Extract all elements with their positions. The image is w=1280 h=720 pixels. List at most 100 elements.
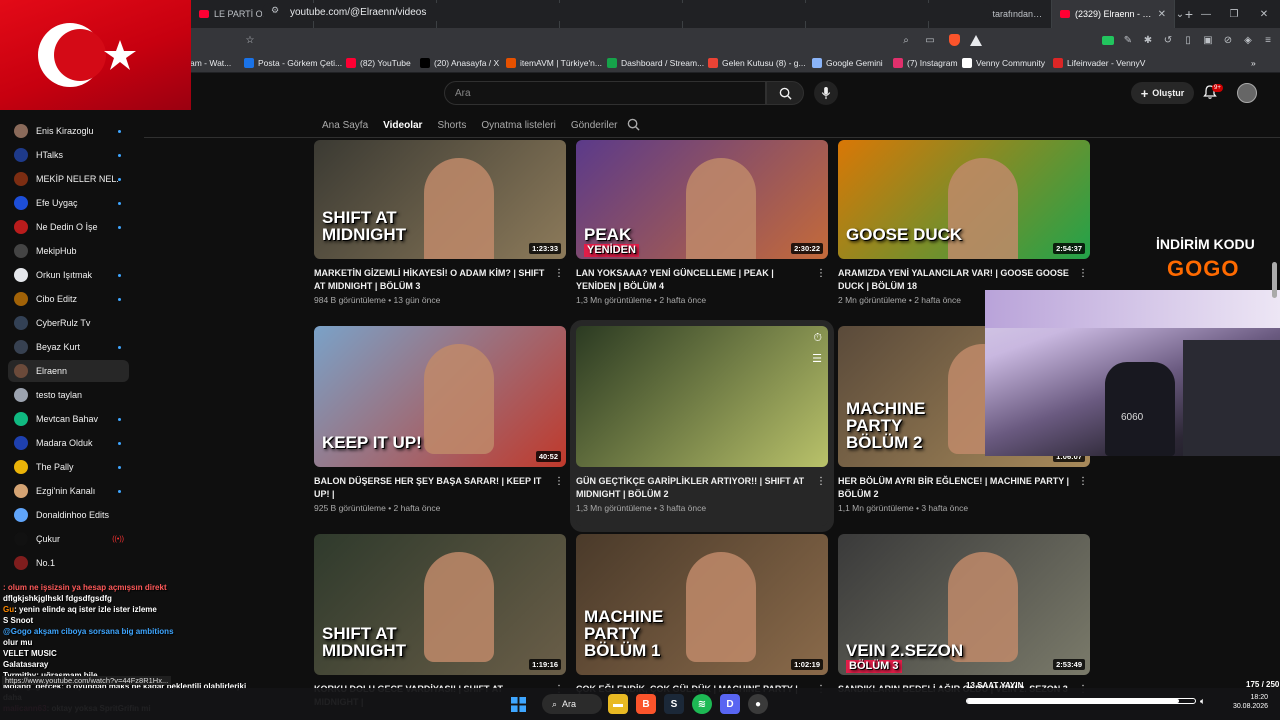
- video-card[interactable]: GOOSE DUCK 2:54:37 ARAMIZDA YENİ YALANCILA…: [838, 118, 1090, 318]
- file-explorer-icon[interactable]: ▬: [608, 694, 628, 714]
- video-menu-icon[interactable]: ⋮: [1078, 476, 1088, 487]
- video-menu-icon[interactable]: ⋮: [1078, 268, 1088, 279]
- system-clock[interactable]: 18:20 30.08.2026: [1224, 693, 1268, 711]
- brave-rewards-icon[interactable]: [966, 30, 986, 50]
- sidebar-channel[interactable]: Ne Dedin O İşe: [8, 216, 129, 238]
- url-field[interactable]: ⚙ youtube.com/@Elraenn/videos: [262, 3, 992, 21]
- extension-green-icon[interactable]: [1098, 30, 1118, 50]
- video-thumbnail[interactable]: GOOSE DUCK 2:54:37: [838, 140, 1090, 259]
- bookmark-item[interactable]: (7) Instagram: [893, 55, 958, 70]
- brave-browser-icon[interactable]: B: [636, 694, 656, 714]
- speaker-icon[interactable]: 🔈︎: [1200, 696, 1205, 707]
- sidebar-channel[interactable]: Efe Uygaç: [8, 192, 129, 214]
- video-thumbnail[interactable]: VEIN 2.SEZON BÖLÜM 3 2:53:49: [838, 534, 1090, 675]
- video-title[interactable]: HER BÖLÜM AYRI BİR EĞLENCE! | MACHINE PA…: [838, 475, 1072, 501]
- vpn-icon[interactable]: ⊘: [1218, 30, 1238, 50]
- video-thumbnail[interactable]: SHIFT AT MIDNIGHT 1:23:33: [314, 140, 566, 259]
- video-card[interactable]: ⏱ ☰ GÜN GEÇTİKÇE GARİPLİKLER ARTIYOR!! | S…: [576, 326, 828, 526]
- video-thumbnail[interactable]: KEEP IT UP! 40:52: [314, 326, 566, 467]
- bookmark-item[interactable]: Gelen Kutusu (8) - g...: [708, 55, 806, 70]
- history-icon[interactable]: ↺: [1158, 30, 1178, 50]
- close-tab-icon[interactable]: ✕: [1158, 9, 1166, 20]
- video-menu-icon[interactable]: ⋮: [554, 476, 564, 487]
- voice-search-button[interactable]: [814, 81, 838, 105]
- sidebar-channel[interactable]: MekipHub: [8, 240, 129, 262]
- video-title[interactable]: BALON DÜŞERSE HER ŞEY BAŞA SARAR! | KEEP…: [314, 475, 548, 501]
- close-window-button[interactable]: ✕: [1250, 0, 1278, 28]
- bookmark-star-icon[interactable]: ☆: [240, 30, 260, 50]
- bookmark-item[interactable]: itemAVM | Türkiye'n...: [506, 55, 602, 70]
- channel-name: Orkun Işıtmak: [36, 270, 93, 280]
- bookmark-item[interactable]: am - Wat...: [190, 55, 231, 70]
- cast-icon[interactable]: ▭: [920, 30, 940, 50]
- search-input[interactable]: Ara: [444, 81, 766, 105]
- video-title[interactable]: GÜN GEÇTİKÇE GARİPLİKLER ARTIYOR!! | SHI…: [576, 475, 810, 501]
- sidebar-channel[interactable]: Elraenn: [8, 360, 129, 382]
- video-card[interactable]: PEAK YENİDEN 2:30:22 LAN YOKSAAA? YENİ GÜNC…: [576, 118, 828, 318]
- extensions-puzzle-icon[interactable]: ✱: [1138, 30, 1158, 50]
- sidebar-channel[interactable]: Çukur ((•)): [8, 528, 129, 550]
- bookmarks-bar: am - Wat... Posta - Görkem Çeti... (82) Yo…: [0, 52, 1280, 73]
- sidebar-channel[interactable]: CyberRulz Tv: [8, 312, 129, 334]
- zoom-icon[interactable]: ⌕: [896, 30, 916, 50]
- spotify-icon[interactable]: ≋: [692, 694, 712, 714]
- steam-icon[interactable]: S: [664, 694, 684, 714]
- bookmark-item[interactable]: Posta - Görkem Çeti...: [244, 55, 342, 70]
- video-card[interactable]: SHIFT AT MIDNIGHT 1:23:33 MARKETİN GİZEMLİ…: [314, 118, 566, 318]
- sidebar-channel[interactable]: Ezgi'nin Kanalı: [8, 480, 129, 502]
- create-button[interactable]: + Oluştur: [1131, 82, 1194, 104]
- site-info-icon[interactable]: ⚙: [271, 5, 279, 16]
- bookmark-item[interactable]: (20) Anasayfa / X: [420, 55, 499, 70]
- bookmark-item[interactable]: Lifeinvader - VennyV: [1053, 55, 1145, 70]
- video-menu-icon[interactable]: ⋮: [816, 476, 826, 487]
- sidebar-channel[interactable]: The Pally: [8, 456, 129, 478]
- chat-text: : yenin elinde aq ister izle ister izlem…: [14, 605, 157, 614]
- sidebar-channel[interactable]: No.1: [8, 552, 129, 574]
- sidebar-channel[interactable]: HTalks: [8, 144, 129, 166]
- more-bookmarks-icon[interactable]: »: [1251, 55, 1256, 70]
- sidebar-channel[interactable]: Donaldinhoo Edits: [8, 504, 129, 526]
- sidebar-channel[interactable]: MEKİP NELER NEL...: [8, 168, 129, 190]
- video-title[interactable]: MARKETİN GİZEMLİ HİKAYESİ! O ADAM KİM? |…: [314, 267, 548, 293]
- video-title[interactable]: LAN YOKSAAA? YENİ GÜNCELLEME | PEAK | YE…: [576, 267, 810, 293]
- video-thumbnail[interactable]: SHIFT AT MIDNIGHT 1:19:16: [314, 534, 566, 675]
- brave-shield-icon[interactable]: [944, 30, 964, 50]
- browser-menu-icon[interactable]: ≡: [1258, 30, 1278, 50]
- bookmark-item[interactable]: Google Gemini: [812, 55, 883, 70]
- video-card[interactable]: KEEP IT UP! 40:52 BALON DÜŞERSE HER ŞEY BA…: [314, 326, 566, 526]
- maximize-button[interactable]: ❐: [1220, 0, 1248, 28]
- sidebar-channel[interactable]: Enis Kirazoglu: [8, 120, 129, 142]
- video-thumbnail[interactable]: MACHINE PARTY BÖLÜM 1 1:02:19: [576, 534, 828, 675]
- sidebar-channel[interactable]: Madara Olduk: [8, 432, 129, 454]
- profile-shield-icon[interactable]: ◈: [1238, 30, 1258, 50]
- video-thumbnail[interactable]: PEAK YENİDEN 2:30:22: [576, 140, 828, 259]
- watch-later-icon[interactable]: ⏱: [813, 332, 822, 345]
- minimize-button[interactable]: —: [1192, 0, 1220, 28]
- extension-pen-icon[interactable]: ✎: [1118, 30, 1138, 50]
- add-to-queue-icon[interactable]: ☰: [812, 352, 822, 365]
- bookmark-item[interactable]: (82) YouTube: [346, 55, 411, 70]
- wallet-icon[interactable]: ▣: [1198, 30, 1218, 50]
- bookmark-item[interactable]: Dashboard / Stream...: [607, 55, 704, 70]
- video-menu-icon[interactable]: ⋮: [816, 268, 826, 279]
- channel-name: Madara Olduk: [36, 438, 93, 448]
- video-thumbnail[interactable]: ⏱ ☰: [576, 326, 828, 467]
- sidebar-channel[interactable]: Beyaz Kurt: [8, 336, 129, 358]
- video-menu-icon[interactable]: ⋮: [554, 268, 564, 279]
- bookmark-label: Gelen Kutusu (8) - g...: [722, 57, 806, 68]
- browser-tab[interactable]: (2329) Elraenn - YouT ✕: [1052, 0, 1175, 28]
- sidebar-toggle-icon[interactable]: ▯: [1178, 30, 1198, 50]
- taskbar-search[interactable]: ⌕ Ara: [542, 694, 602, 714]
- discord-icon[interactable]: D: [720, 694, 740, 714]
- obs-icon[interactable]: ●: [748, 694, 768, 714]
- sidebar-channel[interactable]: Mevtcan Bahav: [8, 408, 129, 430]
- sidebar-channel[interactable]: Orkun Işıtmak: [8, 264, 129, 286]
- bookmark-item[interactable]: Venny Community: [962, 55, 1045, 70]
- windows-start-icon[interactable]: [508, 694, 528, 714]
- account-avatar[interactable]: [1237, 83, 1257, 103]
- tab-search-icon[interactable]: ⌄: [1166, 0, 1194, 28]
- page-scrollbar[interactable]: [1272, 262, 1277, 298]
- sidebar-channel[interactable]: Cibo Editz: [8, 288, 129, 310]
- sidebar-channel[interactable]: testo taylan: [8, 384, 129, 406]
- search-button[interactable]: [766, 81, 804, 105]
